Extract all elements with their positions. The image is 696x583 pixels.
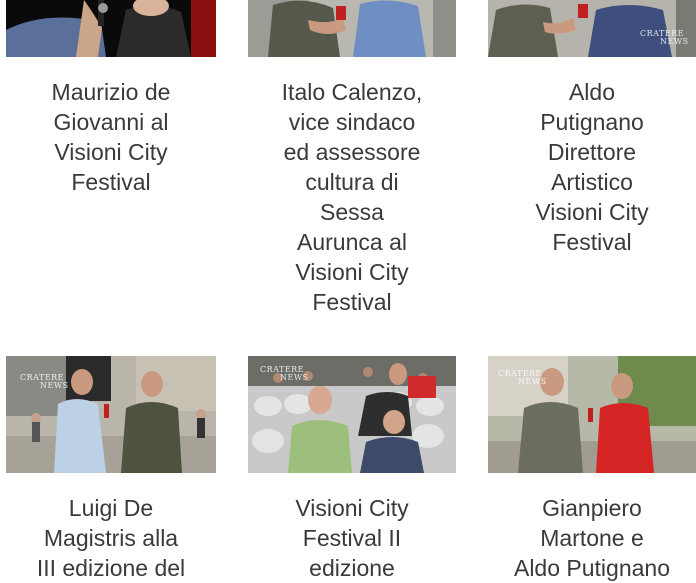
video-thumbnail[interactable]: CRATERE NEWS bbox=[488, 0, 696, 57]
watermark-logo: CRATERE NEWS bbox=[260, 365, 309, 382]
video-thumbnail[interactable] bbox=[248, 0, 456, 57]
video-thumbnail[interactable] bbox=[6, 0, 216, 57]
video-title[interactable]: Aldo Putignano Direttore Artistico Visio… bbox=[488, 77, 696, 257]
video-thumbnail[interactable]: CRATERE NEWS bbox=[488, 356, 696, 473]
watermark-logo: CRATERE NEWS bbox=[20, 373, 69, 390]
video-thumbnail[interactable]: CRATERE NEWS bbox=[248, 356, 456, 473]
watermark-logo: CRATERE NEWS bbox=[640, 29, 689, 46]
video-thumbnail[interactable]: CRATERE NEWS bbox=[6, 356, 216, 473]
video-title[interactable]: Luigi De Magistris alla III edizione del bbox=[6, 493, 216, 583]
video-title[interactable]: Gianpiero Martone e Aldo Putignano bbox=[488, 493, 696, 583]
watermark-logo: CRATERE NEWS bbox=[498, 369, 547, 386]
video-title[interactable]: Visioni City Festival II edizione bbox=[248, 493, 456, 583]
video-title[interactable]: Maurizio de Giovanni al Visioni City Fes… bbox=[6, 77, 216, 197]
video-title[interactable]: Italo Calenzo, vice sindaco ed assessore… bbox=[248, 77, 456, 317]
